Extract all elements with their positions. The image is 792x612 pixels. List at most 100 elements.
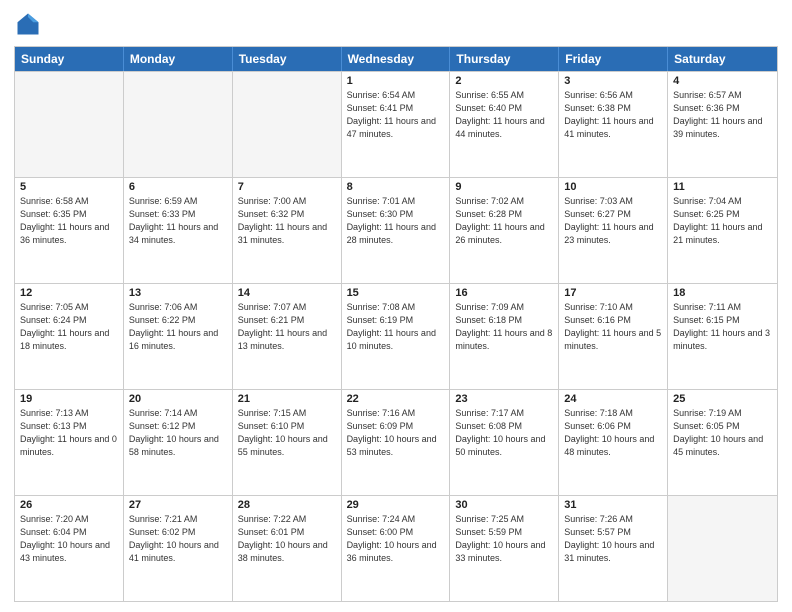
day-number: 27	[129, 499, 227, 511]
cal-week-5: 26 Sunrise: 7:20 AM Sunset: 6:04 PM Dayli…	[15, 495, 777, 601]
day-info: Sunrise: 7:26 AM Sunset: 5:57 PM Dayligh…	[564, 513, 662, 565]
day-info: Sunrise: 7:24 AM Sunset: 6:00 PM Dayligh…	[347, 513, 445, 565]
day-info: Sunrise: 7:04 AM Sunset: 6:25 PM Dayligh…	[673, 195, 772, 247]
cal-cell-21: 21Sunrise: 7:15 AM Sunset: 6:10 PM Dayli…	[233, 390, 342, 495]
cal-cell-empty	[668, 496, 777, 601]
day-number: 10	[564, 181, 662, 193]
cal-header-friday: Friday	[559, 47, 668, 71]
cal-cell-4: 4 Sunrise: 6:57 AM Sunset: 6:36 PM Daylig…	[668, 72, 777, 177]
page: SundayMondayTuesdayWednesdayThursdayFrid…	[0, 0, 792, 612]
day-info: Sunrise: 7:22 AM Sunset: 6:01 PM Dayligh…	[238, 513, 336, 565]
day-info: Sunrise: 7:13 AM Sunset: 6:13 PM Dayligh…	[20, 407, 118, 459]
cal-cell-6: 6 Sunrise: 6:59 AM Sunset: 6:33 PM Daylig…	[124, 178, 233, 283]
day-number: 17	[564, 287, 662, 299]
cal-week-1: 1 Sunrise: 6:54 AM Sunset: 6:41 PM Daylig…	[15, 71, 777, 177]
day-number: 28	[238, 499, 336, 511]
day-number: 20	[129, 393, 227, 405]
day-info: Sunrise: 7:06 AM Sunset: 6:22 PM Dayligh…	[129, 301, 227, 353]
day-info: Sunrise: 7:02 AM Sunset: 6:28 PM Dayligh…	[455, 195, 553, 247]
day-info: Sunrise: 7:10 AM Sunset: 6:16 PM Dayligh…	[564, 301, 662, 353]
cal-cell-12: 12 Sunrise: 7:05 AM Sunset: 6:24 PM Dayli…	[15, 284, 124, 389]
day-number: 11	[673, 181, 772, 193]
cal-cell-24: 24 Sunrise: 7:18 AM Sunset: 6:06 PM Dayli…	[559, 390, 668, 495]
calendar-header-row: SundayMondayTuesdayWednesdayThursdayFrid…	[15, 47, 777, 71]
day-number: 2	[455, 75, 553, 87]
cal-header-saturday: Saturday	[668, 47, 777, 71]
day-number: 31	[564, 499, 662, 511]
day-number: 7	[238, 181, 336, 193]
day-number: 8	[347, 181, 445, 193]
day-number: 6	[129, 181, 227, 193]
cal-cell-26: 26 Sunrise: 7:20 AM Sunset: 6:04 PM Dayli…	[15, 496, 124, 601]
day-info: Sunrise: 7:17 AM Sunset: 6:08 PM Dayligh…	[455, 407, 553, 459]
day-number: 14	[238, 287, 336, 299]
day-info: Sunrise: 6:54 AM Sunset: 6:41 PM Dayligh…	[347, 89, 445, 141]
day-info: Sunrise: 6:59 AM Sunset: 6:33 PM Dayligh…	[129, 195, 227, 247]
day-info: Sunrise: 7:09 AM Sunset: 6:18 PM Dayligh…	[455, 301, 553, 353]
day-info: Sunrise: 7:03 AM Sunset: 6:27 PM Dayligh…	[564, 195, 662, 247]
cal-cell-20: 20 Sunrise: 7:14 AM Sunset: 6:12 PM Dayli…	[124, 390, 233, 495]
cal-cell-22: 22 Sunrise: 7:16 AM Sunset: 6:09 PM Dayli…	[342, 390, 451, 495]
day-info: Sunrise: 6:57 AM Sunset: 6:36 PM Dayligh…	[673, 89, 772, 141]
cal-cell-8: 8 Sunrise: 7:01 AM Sunset: 6:30 PM Daylig…	[342, 178, 451, 283]
day-number: 24	[564, 393, 662, 405]
cal-cell-empty	[15, 72, 124, 177]
cal-header-wednesday: Wednesday	[342, 47, 451, 71]
cal-cell-30: 30 Sunrise: 7:25 AM Sunset: 5:59 PM Dayli…	[450, 496, 559, 601]
day-info: Sunrise: 7:18 AM Sunset: 6:06 PM Dayligh…	[564, 407, 662, 459]
day-number: 18	[673, 287, 772, 299]
day-number: 29	[347, 499, 445, 511]
cal-cell-17: 17 Sunrise: 7:10 AM Sunset: 6:16 PM Dayli…	[559, 284, 668, 389]
day-info: Sunrise: 7:19 AM Sunset: 6:05 PM Dayligh…	[673, 407, 772, 459]
calendar: SundayMondayTuesdayWednesdayThursdayFrid…	[14, 46, 778, 602]
cal-cell-25: 25Sunrise: 7:19 AM Sunset: 6:05 PM Dayli…	[668, 390, 777, 495]
day-number: 26	[20, 499, 118, 511]
day-info: Sunrise: 6:58 AM Sunset: 6:35 PM Dayligh…	[20, 195, 118, 247]
calendar-body: 1 Sunrise: 6:54 AM Sunset: 6:41 PM Daylig…	[15, 71, 777, 601]
cal-cell-13: 13Sunrise: 7:06 AM Sunset: 6:22 PM Dayli…	[124, 284, 233, 389]
day-number: 16	[455, 287, 553, 299]
cal-cell-2: 2 Sunrise: 6:55 AM Sunset: 6:40 PM Daylig…	[450, 72, 559, 177]
cal-header-monday: Monday	[124, 47, 233, 71]
day-info: Sunrise: 6:56 AM Sunset: 6:38 PM Dayligh…	[564, 89, 662, 141]
day-info: Sunrise: 7:14 AM Sunset: 6:12 PM Dayligh…	[129, 407, 227, 459]
day-number: 5	[20, 181, 118, 193]
day-number: 23	[455, 393, 553, 405]
logo	[14, 10, 46, 38]
logo-icon	[14, 10, 42, 38]
cal-cell-15: 15Sunrise: 7:08 AM Sunset: 6:19 PM Dayli…	[342, 284, 451, 389]
cal-week-3: 12 Sunrise: 7:05 AM Sunset: 6:24 PM Dayli…	[15, 283, 777, 389]
cal-cell-11: 11 Sunrise: 7:04 AM Sunset: 6:25 PM Dayli…	[668, 178, 777, 283]
cal-cell-18: 18 Sunrise: 7:11 AM Sunset: 6:15 PM Dayli…	[668, 284, 777, 389]
cal-cell-empty	[233, 72, 342, 177]
day-number: 1	[347, 75, 445, 87]
day-number: 9	[455, 181, 553, 193]
day-info: Sunrise: 7:01 AM Sunset: 6:30 PM Dayligh…	[347, 195, 445, 247]
day-info: Sunrise: 7:15 AM Sunset: 6:10 PM Dayligh…	[238, 407, 336, 459]
day-info: Sunrise: 7:20 AM Sunset: 6:04 PM Dayligh…	[20, 513, 118, 565]
day-info: Sunrise: 7:21 AM Sunset: 6:02 PM Dayligh…	[129, 513, 227, 565]
day-info: Sunrise: 7:25 AM Sunset: 5:59 PM Dayligh…	[455, 513, 553, 565]
day-number: 4	[673, 75, 772, 87]
cal-cell-28: 28 Sunrise: 7:22 AM Sunset: 6:01 PM Dayli…	[233, 496, 342, 601]
day-info: Sunrise: 7:16 AM Sunset: 6:09 PM Dayligh…	[347, 407, 445, 459]
cal-cell-29: 29 Sunrise: 7:24 AM Sunset: 6:00 PM Dayli…	[342, 496, 451, 601]
cal-cell-5: 5 Sunrise: 6:58 AM Sunset: 6:35 PM Daylig…	[15, 178, 124, 283]
cal-header-sunday: Sunday	[15, 47, 124, 71]
cal-cell-31: 31 Sunrise: 7:26 AM Sunset: 5:57 PM Dayli…	[559, 496, 668, 601]
day-info: Sunrise: 6:55 AM Sunset: 6:40 PM Dayligh…	[455, 89, 553, 141]
header	[14, 10, 778, 38]
day-info: Sunrise: 7:08 AM Sunset: 6:19 PM Dayligh…	[347, 301, 445, 353]
day-number: 22	[347, 393, 445, 405]
day-number: 19	[20, 393, 118, 405]
cal-cell-14: 14Sunrise: 7:07 AM Sunset: 6:21 PM Dayli…	[233, 284, 342, 389]
cal-cell-19: 19 Sunrise: 7:13 AM Sunset: 6:13 PM Dayli…	[15, 390, 124, 495]
day-info: Sunrise: 7:11 AM Sunset: 6:15 PM Dayligh…	[673, 301, 772, 353]
day-info: Sunrise: 7:00 AM Sunset: 6:32 PM Dayligh…	[238, 195, 336, 247]
cal-cell-10: 10 Sunrise: 7:03 AM Sunset: 6:27 PM Dayli…	[559, 178, 668, 283]
cal-cell-3: 3Sunrise: 6:56 AM Sunset: 6:38 PM Daylig…	[559, 72, 668, 177]
day-number: 12	[20, 287, 118, 299]
cal-week-2: 5 Sunrise: 6:58 AM Sunset: 6:35 PM Daylig…	[15, 177, 777, 283]
day-number: 30	[455, 499, 553, 511]
day-info: Sunrise: 7:05 AM Sunset: 6:24 PM Dayligh…	[20, 301, 118, 353]
